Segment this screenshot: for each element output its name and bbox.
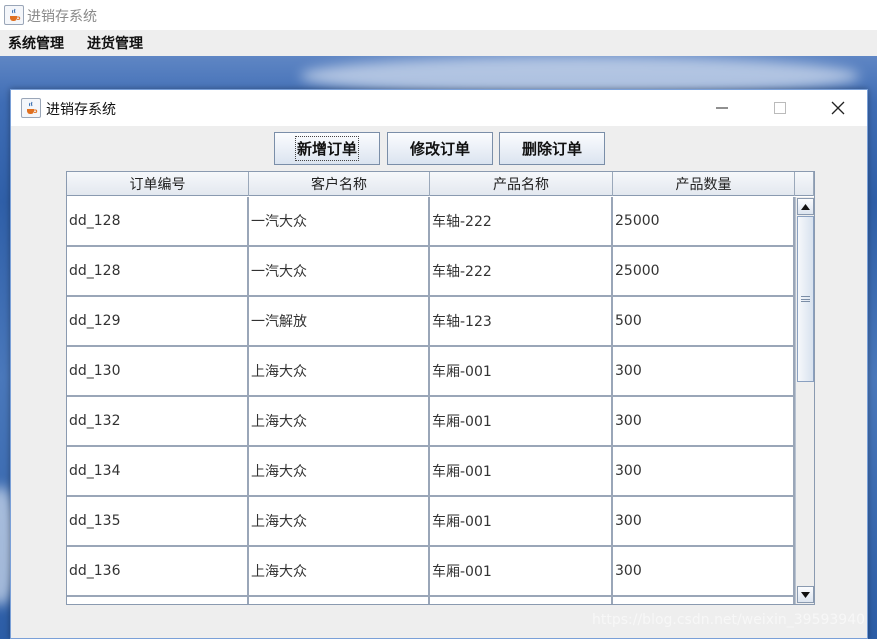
edit-order-button[interactable]: 修改订单	[387, 132, 493, 165]
table-row[interactable]	[67, 597, 795, 604]
table-row[interactable]: dd_130 上海大众 车厢-001 300	[67, 347, 795, 397]
cell-product-quantity[interactable]: 300	[613, 497, 795, 545]
outer-window-title: 进销存系统	[27, 9, 97, 25]
cell-order-id[interactable]	[67, 597, 249, 604]
arrow-down-icon	[801, 591, 810, 598]
delete-order-button[interactable]: 删除订单	[499, 132, 605, 165]
cell-order-id[interactable]: dd_134	[67, 447, 249, 495]
cell-product-name[interactable]: 车厢-001	[430, 547, 613, 595]
cell-product-name[interactable]: 车轴-222	[430, 197, 613, 245]
cell-product-name[interactable]: 车厢-001	[430, 397, 613, 445]
table-row[interactable]: dd_128 一汽大众 车轴-222 25000	[67, 197, 795, 247]
cell-product-quantity[interactable]: 300	[613, 547, 795, 595]
minimize-icon	[716, 107, 728, 109]
java-coffee-icon	[4, 5, 24, 25]
cell-product-quantity[interactable]: 500	[613, 297, 795, 345]
table-row[interactable]: dd_135 上海大众 车厢-001 300	[67, 497, 795, 547]
outer-title-bar: 进销存系统	[0, 0, 877, 30]
maximize-icon	[774, 102, 786, 114]
menu-system-management[interactable]: 系统管理	[8, 33, 64, 53]
cell-product-name[interactable]	[430, 597, 613, 604]
cell-product-quantity[interactable]: 300	[613, 447, 795, 495]
cell-order-id[interactable]: dd_128	[67, 247, 249, 295]
cell-product-quantity[interactable]: 25000	[613, 197, 795, 245]
table-body: dd_128 一汽大众 车轴-222 25000 dd_128 一汽大众 车轴-…	[67, 197, 795, 604]
edit-order-label: 修改订单	[409, 140, 470, 158]
cell-order-id[interactable]: dd_130	[67, 347, 249, 395]
cell-product-name[interactable]: 车轴-222	[430, 247, 613, 295]
column-header-product-quantity[interactable]: 产品数量	[613, 172, 795, 196]
table-row[interactable]: dd_136 上海大众 车厢-001 300	[67, 547, 795, 597]
cell-product-name[interactable]: 车轴-123	[430, 297, 613, 345]
cell-product-name[interactable]: 车厢-001	[430, 347, 613, 395]
scroll-down-button[interactable]	[797, 586, 814, 603]
add-order-label: 新增订单	[294, 136, 360, 161]
cell-customer-name[interactable]: 上海大众	[249, 447, 430, 495]
close-icon	[831, 101, 845, 115]
frame-title-bar[interactable]: 进销存系统	[11, 90, 867, 126]
column-header-order-id[interactable]: 订单编号	[67, 172, 249, 196]
cell-customer-name[interactable]	[249, 597, 430, 604]
arrow-up-icon	[801, 203, 810, 210]
java-coffee-icon	[21, 98, 41, 118]
column-header-customer-name[interactable]: 客户名称	[249, 172, 430, 196]
cell-customer-name[interactable]: 上海大众	[249, 347, 430, 395]
delete-order-label: 删除订单	[521, 140, 582, 158]
scrollbar-thumb[interactable]	[797, 216, 814, 382]
cell-product-quantity[interactable]: 25000	[613, 247, 795, 295]
watermark: https://blog.csdn.net/weixin_39593940	[592, 612, 866, 628]
frame-title: 进销存系统	[46, 102, 116, 118]
table-row[interactable]: dd_134 上海大众 车厢-001 300	[67, 447, 795, 497]
minimize-button[interactable]	[693, 90, 751, 126]
cell-customer-name[interactable]: 上海大众	[249, 497, 430, 545]
add-order-button[interactable]: 新增订单	[274, 132, 380, 165]
cell-customer-name[interactable]: 一汽解放	[249, 297, 430, 345]
cell-product-quantity[interactable]	[613, 597, 795, 604]
cell-product-name[interactable]: 车厢-001	[430, 447, 613, 495]
column-header-product-name[interactable]: 产品名称	[430, 172, 613, 196]
cell-order-id[interactable]: dd_129	[67, 297, 249, 345]
cell-order-id[interactable]: dd_128	[67, 197, 249, 245]
table-row[interactable]: dd_128 一汽大众 车轴-222 25000	[67, 247, 795, 297]
table-header: 订单编号 客户名称 产品名称 产品数量	[67, 172, 814, 196]
cell-order-id[interactable]: dd_132	[67, 397, 249, 445]
cell-customer-name[interactable]: 上海大众	[249, 547, 430, 595]
cell-product-quantity[interactable]: 300	[613, 347, 795, 395]
cell-customer-name[interactable]: 上海大众	[249, 397, 430, 445]
header-filler	[795, 172, 814, 196]
orders-table[interactable]: 订单编号 客户名称 产品名称 产品数量 dd_128 一汽大众 车轴-222 2…	[66, 171, 815, 605]
cell-order-id[interactable]: dd_135	[67, 497, 249, 545]
scroll-up-button[interactable]	[797, 198, 814, 215]
cell-product-name[interactable]: 车厢-001	[430, 497, 613, 545]
maximize-button[interactable]	[751, 90, 809, 126]
menu-purchase-management[interactable]: 进货管理	[87, 33, 143, 53]
cell-customer-name[interactable]: 一汽大众	[249, 247, 430, 295]
cell-customer-name[interactable]: 一汽大众	[249, 197, 430, 245]
close-button[interactable]	[809, 90, 867, 126]
vertical-scrollbar[interactable]	[795, 197, 814, 604]
cell-product-quantity[interactable]: 300	[613, 397, 795, 445]
grip-icon	[801, 296, 810, 302]
menu-bar: 系统管理 进货管理	[0, 30, 877, 56]
internal-frame: 进销存系统 新增订单 修改订单 删除订单 订单编号 客户名称 产品名称 产品数量…	[10, 89, 868, 639]
table-row[interactable]: dd_132 上海大众 车厢-001 300	[67, 397, 795, 447]
table-row[interactable]: dd_129 一汽解放 车轴-123 500	[67, 297, 795, 347]
cell-order-id[interactable]: dd_136	[67, 547, 249, 595]
